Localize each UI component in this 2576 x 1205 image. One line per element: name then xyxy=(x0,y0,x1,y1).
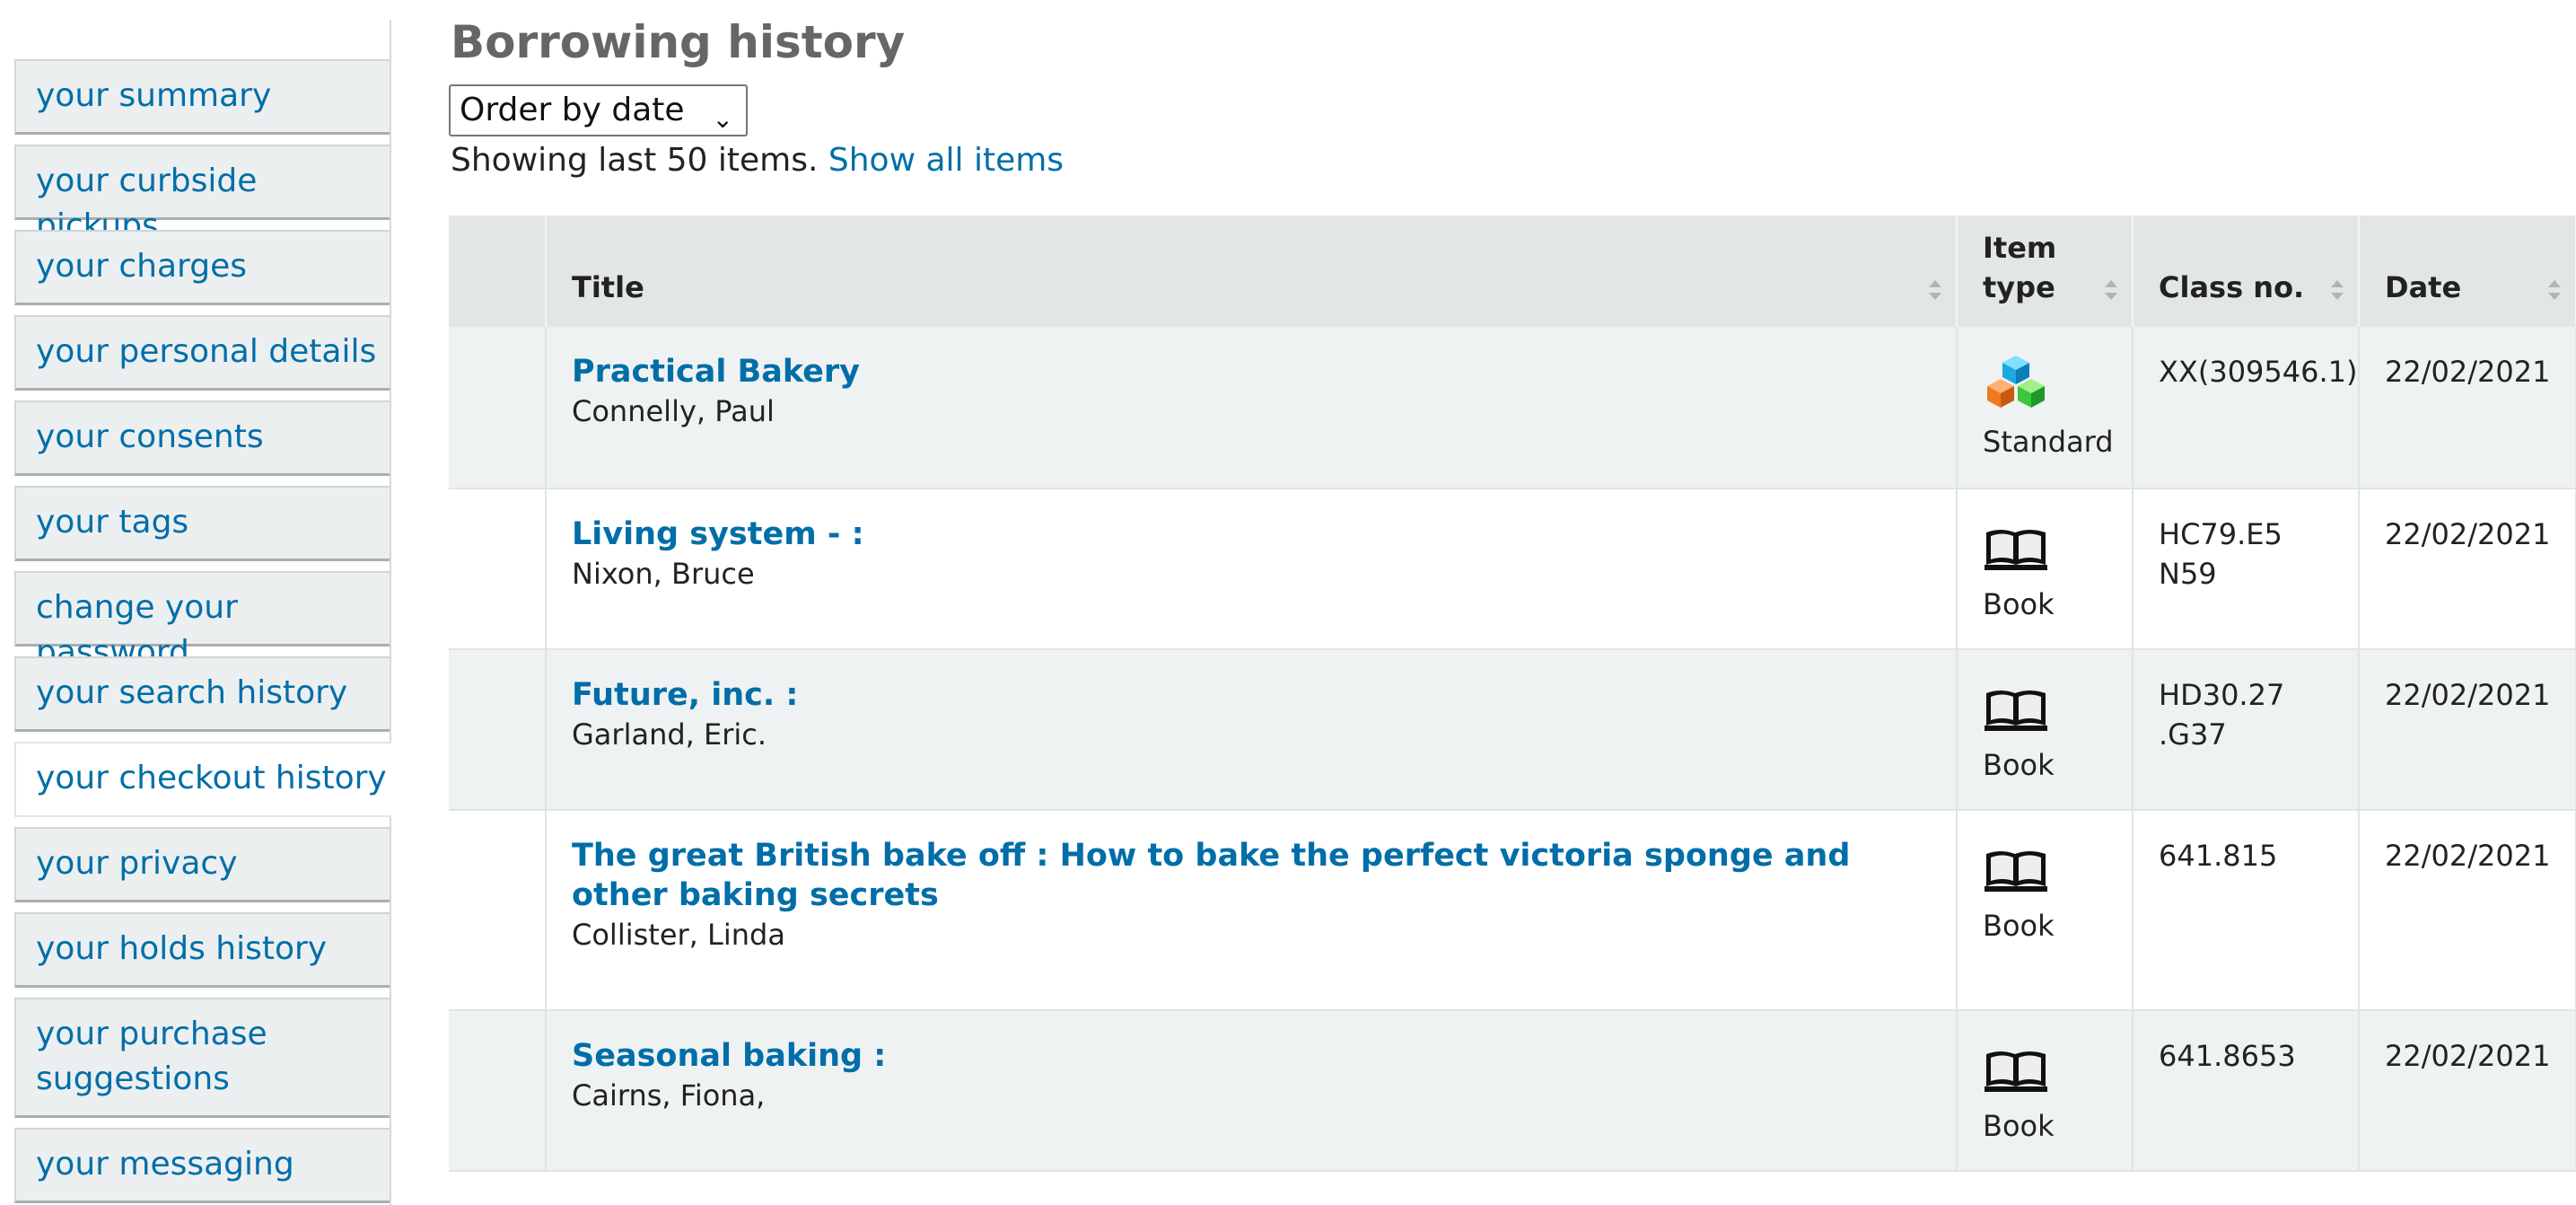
date-cell: 22/02/2021 xyxy=(2359,488,2576,650)
sidebar-item-personal-details[interactable]: your personal details xyxy=(14,315,390,391)
table-row: Practical Bakery Connelly, Paul Standard xyxy=(449,327,2576,489)
order-by-select-value: Order by date xyxy=(460,92,685,128)
book-icon xyxy=(1985,851,2047,892)
date-cell: 22/02/2021 xyxy=(2359,327,2576,489)
title-cell: Future, inc. : Garland, Eric. xyxy=(546,649,1958,811)
borrowing-history-table: Title Item type Class no. Date Practical… xyxy=(449,215,2576,1172)
sidebar-item-messaging[interactable]: your messaging xyxy=(14,1128,390,1203)
book-icon xyxy=(1985,530,2047,570)
item-type-cell: Book xyxy=(1957,488,2134,650)
item-title-link[interactable]: Future, inc. : xyxy=(572,677,798,713)
sidebar-item-change-password[interactable]: change your password xyxy=(14,571,390,671)
item-author: Connelly, Paul xyxy=(572,394,775,428)
table-header-row: Title Item type Class no. Date xyxy=(449,215,2576,327)
item-type-column-header[interactable]: Item type xyxy=(1957,215,2134,327)
sidebar-item-purchase-suggestions[interactable]: your purchase suggestions xyxy=(14,998,390,1118)
cover-cell xyxy=(449,1010,547,1172)
sidebar-item-holds-history[interactable]: your holds history xyxy=(14,912,390,988)
sidebar-item-search-history[interactable]: your search history xyxy=(14,656,390,732)
page-title: Borrowing history xyxy=(451,16,906,68)
chevron-down-icon: ⌄ xyxy=(712,104,733,134)
cover-cell xyxy=(449,649,547,811)
table-row: Living system - : Nixon, Bruce Book HC79… xyxy=(449,488,2576,650)
book-icon xyxy=(1985,1051,2047,1092)
book-icon xyxy=(1985,690,2047,731)
show-all-items-link[interactable]: Show all items xyxy=(828,142,1064,179)
sort-icon xyxy=(1929,280,1941,300)
class-no-cell: XX(309546.1) xyxy=(2133,327,2360,489)
item-title-link[interactable]: Seasonal baking : xyxy=(572,1038,886,1074)
cover-cell xyxy=(449,488,547,650)
item-type-label: Standard xyxy=(1983,425,2114,459)
cubes-icon xyxy=(1987,356,2045,408)
sidebar-item-tags[interactable]: your tags xyxy=(14,486,390,561)
showing-items-line: Showing last 50 items. Show all items xyxy=(451,138,1064,183)
date-cell: 22/02/2021 xyxy=(2359,810,2576,1011)
title-cell: Practical Bakery Connelly, Paul xyxy=(546,327,1958,489)
cover-cell xyxy=(449,810,547,1011)
table-row: Future, inc. : Garland, Eric. Book HD30.… xyxy=(449,649,2576,811)
sidebar-item-charges[interactable]: your charges xyxy=(14,230,390,305)
sort-icon xyxy=(2105,280,2117,300)
item-type-header-label: Item type xyxy=(1983,231,2057,304)
title-cell: Living system - : Nixon, Bruce xyxy=(546,488,1958,650)
item-title-link[interactable]: The great British bake off : How to bake… xyxy=(572,838,1850,913)
date-column-header[interactable]: Date xyxy=(2359,215,2576,327)
item-author: Cairns, Fiona, xyxy=(572,1078,766,1113)
sidebar-item-curbside-pickups[interactable]: your curbside pickups xyxy=(14,145,390,244)
item-type-cell: Book xyxy=(1957,810,2134,1011)
showing-items-text: Showing last 50 items. xyxy=(451,142,819,179)
item-type-label: Book xyxy=(1983,748,2055,782)
cover-cell xyxy=(449,327,547,489)
class-no-cell: HD30.27 .G37 xyxy=(2133,649,2360,811)
table-row: The great British bake off : How to bake… xyxy=(449,810,2576,1011)
order-by-select[interactable]: Order by date ⌄ xyxy=(449,84,748,136)
class-no-column-header[interactable]: Class no. xyxy=(2133,215,2360,327)
sidebar-item-summary[interactable]: your summary xyxy=(14,59,390,135)
date-header-label: Date xyxy=(2385,270,2462,304)
date-cell: 22/02/2021 xyxy=(2359,649,2576,811)
class-no-cell: 641.815 xyxy=(2133,810,2360,1011)
sidebar-item-privacy[interactable]: your privacy xyxy=(14,827,390,902)
class-no-cell: HC79.E5 N59 xyxy=(2133,488,2360,650)
item-author: Nixon, Bruce xyxy=(572,557,755,591)
item-type-cell: Book xyxy=(1957,649,2134,811)
item-title-link[interactable]: Practical Bakery xyxy=(572,354,860,390)
cover-column-header xyxy=(449,215,547,327)
sort-icon xyxy=(2548,280,2561,300)
title-cell: The great British bake off : How to bake… xyxy=(546,810,1958,1011)
item-author: Garland, Eric. xyxy=(572,717,767,752)
sidebar-item-checkout-history[interactable]: your checkout history xyxy=(14,742,391,817)
item-type-cell: Standard xyxy=(1957,327,2134,489)
account-sidebar: your summary your curbside pickups your … xyxy=(0,20,391,1205)
item-type-cell: Book xyxy=(1957,1010,2134,1172)
title-column-header[interactable]: Title xyxy=(546,215,1958,327)
item-author: Collister, Linda xyxy=(572,918,785,952)
class-no-header-label: Class no. xyxy=(2159,270,2305,304)
title-header-label: Title xyxy=(572,270,644,304)
item-type-label: Book xyxy=(1983,1109,2055,1143)
table-row: Seasonal baking : Cairns, Fiona, Book 64… xyxy=(449,1010,2576,1172)
item-title-link[interactable]: Living system - : xyxy=(572,516,864,552)
class-no-cell: 641.8653 xyxy=(2133,1010,2360,1172)
sort-icon xyxy=(2331,280,2344,300)
item-type-label: Book xyxy=(1983,909,2055,943)
sidebar-item-consents[interactable]: your consents xyxy=(14,400,390,476)
title-cell: Seasonal baking : Cairns, Fiona, xyxy=(546,1010,1958,1172)
item-type-label: Book xyxy=(1983,587,2055,621)
date-cell: 22/02/2021 xyxy=(2359,1010,2576,1172)
